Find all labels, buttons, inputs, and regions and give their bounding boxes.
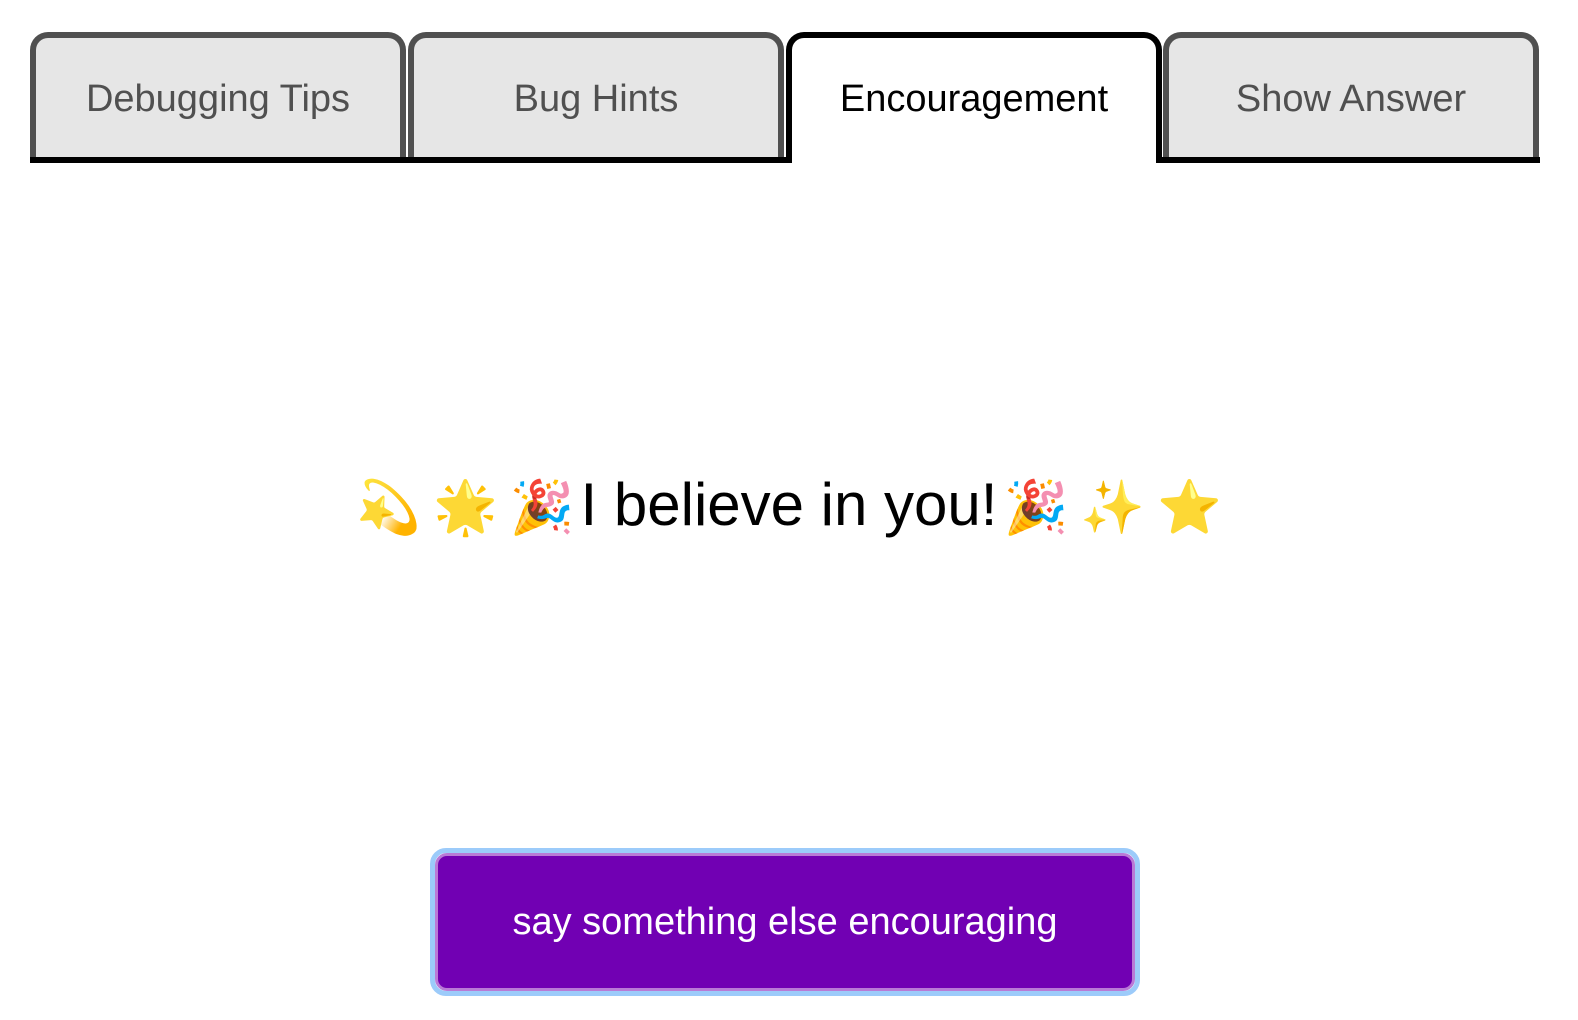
encouragement-message: 💫 🌟 🎉 I believe in you! 🎉 ✨ ⭐: [0, 470, 1578, 539]
tab-bar: Debugging Tips Bug Hints Encouragement S…: [30, 32, 1540, 163]
party-popper-icon: 🎉: [1003, 479, 1069, 537]
dizzy-icon: 💫: [356, 479, 422, 537]
sparkles-icon: ✨: [1080, 479, 1145, 537]
tab-encouragement[interactable]: Encouragement: [786, 32, 1162, 163]
tab-label: Show Answer: [1235, 78, 1467, 120]
say-something-else-button[interactable]: say something else encouraging: [435, 853, 1135, 991]
party-popper-icon: 🎉: [509, 479, 575, 537]
button-focus-ring: say something else encouraging: [430, 848, 1140, 996]
tab-bar-baseline: [30, 157, 1540, 163]
star-icon: ⭐: [1156, 479, 1222, 537]
tab-bug-hints[interactable]: Bug Hints: [408, 32, 784, 157]
glowing-star-icon: 🌟: [433, 479, 498, 537]
tab-label: Encouragement: [839, 78, 1109, 120]
tab-label: Debugging Tips: [85, 78, 351, 120]
tab-label: Bug Hints: [513, 78, 679, 120]
tab-debugging-tips[interactable]: Debugging Tips: [30, 32, 406, 157]
message-text: I believe in you!: [580, 471, 998, 538]
tab-show-answer[interactable]: Show Answer: [1163, 32, 1539, 157]
